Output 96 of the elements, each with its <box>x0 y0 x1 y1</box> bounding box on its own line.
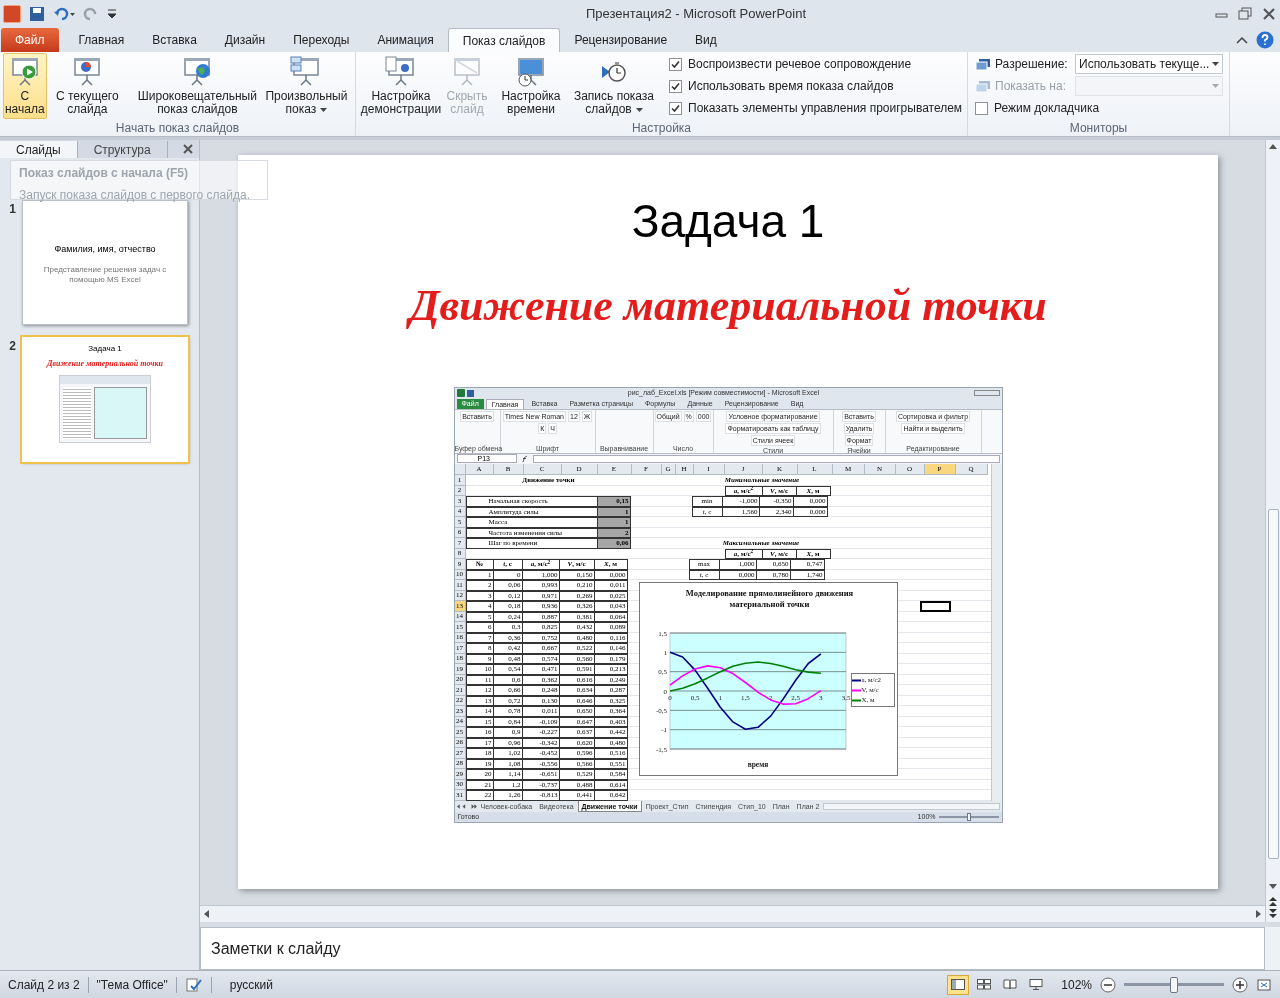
ribbon-tab[interactable]: Дизайн <box>210 28 280 52</box>
close-icon[interactable] <box>1261 7 1277 21</box>
zoom-slider[interactable] <box>1124 976 1224 993</box>
function-icon <box>520 455 529 463</box>
collapse-ribbon-icon[interactable] <box>1236 36 1248 44</box>
group-label: Мониторы <box>1068 121 1129 136</box>
ribbon-tab[interactable]: Главная <box>64 28 139 52</box>
checkbox-label: Режим докладчика <box>994 100 1100 117</box>
app-logo-icon <box>3 5 21 23</box>
monitor-icon <box>975 57 991 71</box>
checkbox-label: Использовать время показа слайдов <box>688 78 894 95</box>
notes-field[interactable]: Заметки к слайду <box>200 927 1265 970</box>
restore-icon[interactable] <box>1237 7 1253 21</box>
help-icon[interactable] <box>1256 31 1274 49</box>
caret-icon <box>320 107 328 112</box>
vertical-scrollbar[interactable] <box>1265 140 1280 922</box>
next-slide-icon[interactable] <box>1269 909 1277 918</box>
scroll-up-icon[interactable] <box>1269 144 1277 149</box>
vertical-scrollbar[interactable] <box>990 464 1002 801</box>
legend-line-icon <box>851 688 861 692</box>
slide-number: 1 <box>8 201 16 218</box>
checkbox[interactable] <box>975 101 988 115</box>
ribbon-tab[interactable]: Переходы <box>279 28 364 52</box>
zoom-slider[interactable] <box>938 812 999 821</box>
pane-tab[interactable]: Слайды <box>0 141 78 158</box>
thumbnail-title: Фамилия, имя, отчество <box>54 243 156 256</box>
caret-icon <box>635 107 643 112</box>
scroll-right-icon[interactable] <box>1256 910 1261 918</box>
slide-thumbnail[interactable]: Фамилия, имя, отчество Представление решения задач с помощью MS Excel <box>22 200 188 325</box>
dropdown-field[interactable] <box>1075 76 1223 96</box>
slider-thumb[interactable] <box>966 812 971 821</box>
theme-name[interactable]: "Тема Office" <box>96 975 168 994</box>
ribbon-tab[interactable]: Вид <box>681 28 731 52</box>
active-cell[interactable] <box>919 601 951 612</box>
save-icon[interactable] <box>29 6 45 22</box>
field-label: Показать на: <box>995 78 1067 95</box>
slide-counter: Слайд 2 из 2 <box>8 976 80 994</box>
previous-slide-icon[interactable] <box>1269 897 1277 906</box>
ribbon-tab[interactable]: Показ слайдов <box>447 28 561 52</box>
ribbon-tab[interactable]: Вставка <box>138 28 211 52</box>
scroll-left-icon[interactable] <box>204 910 209 918</box>
thumbnail-title: Задача 1 <box>88 343 122 355</box>
save-icon <box>466 389 474 397</box>
fit-to-window-icon[interactable] <box>1256 976 1272 993</box>
ribbon-tab[interactable]: Файл <box>1 28 59 52</box>
spellcheck-icon[interactable] <box>184 976 203 993</box>
checkbox[interactable] <box>669 57 682 71</box>
tooltip-title: Показ слайдов с начала (F5) <box>19 165 189 182</box>
thumbnail-subtitle: Движение материальной точки <box>47 358 163 370</box>
ribbon-button[interactable]: Запись показа слайдов <box>565 53 663 119</box>
hidden-slide-icon <box>451 56 483 88</box>
screen-clock-icon <box>515 56 547 88</box>
legend-line-icon <box>851 698 861 702</box>
spreadsheet-app-icon <box>456 389 465 398</box>
group-label: Начать показ слайдов <box>114 121 241 136</box>
ribbon-tab[interactable]: Рецензирование <box>560 28 682 52</box>
checkbox-label: Показать элементы управления проигрывателем <box>688 100 963 117</box>
caret-icon <box>1212 84 1219 88</box>
ribbon-button[interactable]: Настройка времени <box>499 53 563 119</box>
normal-view-icon[interactable] <box>947 974 970 995</box>
sheet-navigation-icon[interactable] <box>456 803 477 809</box>
zoom-percent[interactable]: 102% <box>1061 975 1092 994</box>
thumbnail-subtitle: Представление решения задач с помощью MS Excel <box>42 264 168 285</box>
ribbon-button[interactable]: Настройка демонстрации <box>359 53 443 119</box>
ribbon-button[interactable]: Широковещательный показ слайдов <box>135 53 259 119</box>
slide-thumbnail[interactable]: Задача 1 Движение материальной точки <box>22 337 188 462</box>
horizontal-scrollbar[interactable] <box>823 802 1000 810</box>
ribbon-button[interactable]: Произвольный показ <box>260 53 352 119</box>
zoom-out-icon[interactable] <box>1100 976 1116 993</box>
checkbox-label: Воспроизвести речевое сопровождение <box>688 56 912 73</box>
caret-icon <box>1212 62 1219 66</box>
slide-title: Задача 1 <box>631 194 825 249</box>
slide-number: 2 <box>8 338 16 355</box>
monitor-icon <box>975 79 991 93</box>
field-label: Разрешение: <box>995 56 1069 73</box>
legend-line-icon <box>851 678 861 682</box>
formula-field[interactable] <box>532 454 1000 463</box>
dropdown-field[interactable]: Использовать текуще... <box>1075 54 1223 74</box>
pane-tab[interactable]: Структура <box>77 141 168 158</box>
zoom-in-icon[interactable] <box>1232 976 1248 993</box>
chart-title: Моделирование прямолинейного движения материальной точки <box>684 588 855 610</box>
ribbon-button[interactable]: С начала <box>3 53 47 119</box>
ribbon-button[interactable]: С текущего слайда <box>48 53 126 119</box>
scroll-down-icon[interactable] <box>1269 884 1277 889</box>
close-icon[interactable] <box>183 144 193 154</box>
group-label: Настройка <box>630 121 693 136</box>
checkbox[interactable] <box>669 79 682 93</box>
customize-toolbar-icon[interactable] <box>107 7 117 21</box>
slider-thumb[interactable] <box>1170 976 1178 993</box>
horizontal-scrollbar[interactable] <box>200 905 1265 922</box>
checkbox[interactable] <box>669 101 682 115</box>
window-title: Презентация2 - Microsoft PowerPoint <box>584 5 808 24</box>
language[interactable]: русский <box>229 975 273 994</box>
ribbon-tab[interactable]: Анимация <box>363 28 448 52</box>
undo-icon[interactable] <box>53 6 75 22</box>
screen-list-icon <box>385 56 417 88</box>
